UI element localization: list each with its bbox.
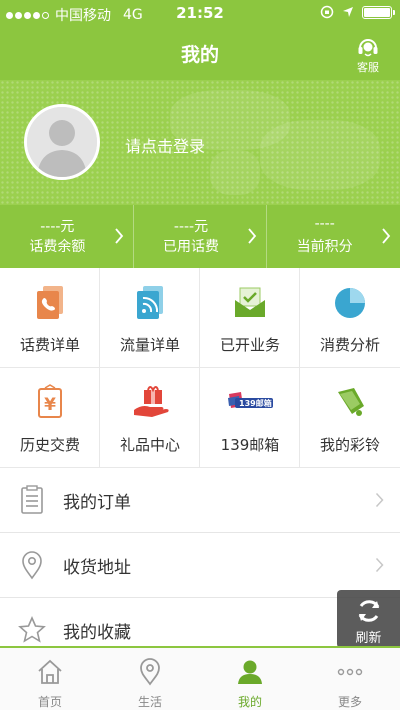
orientation-lock-icon <box>320 5 334 19</box>
stat-used[interactable]: ----元 已用话费 <box>134 205 268 268</box>
refresh-label: 刷新 <box>355 631 382 646</box>
phone-bill-icon <box>37 286 63 319</box>
stat-value: ----元 <box>40 219 75 235</box>
grid-item-opened-services[interactable]: 已开业务 <box>200 268 300 368</box>
stat-points[interactable]: ---- 当前积分 <box>267 205 400 268</box>
tab-label: 生活 <box>137 695 162 709</box>
status-icons <box>320 5 395 19</box>
grid-item-139-mailbox[interactable]: 139邮箱 139邮箱 <box>200 368 300 468</box>
headset-icon <box>358 39 378 57</box>
grid-item-label: 已开业务 <box>219 336 280 354</box>
profile-section: 请点击登录 <box>0 80 400 205</box>
stat-label: 已用话费 <box>163 239 219 255</box>
user-icon <box>238 660 262 684</box>
tab-life[interactable]: 生活 <box>100 648 200 710</box>
svg-text:139邮箱: 139邮箱 <box>239 398 272 408</box>
stat-label: 话费余额 <box>29 239 86 255</box>
pie-chart-icon <box>335 288 365 318</box>
list-item-shipping-address[interactable]: 收货地址 <box>0 533 400 598</box>
mailbox-139-icon: 139邮箱 <box>228 392 273 408</box>
grid-item-label: 139邮箱 <box>220 436 280 454</box>
grid-item-gift-center[interactable]: 礼品中心 <box>100 368 200 468</box>
tab-bar: 首页 生活 我的 更多 <box>0 646 400 710</box>
battery-icon <box>362 5 395 19</box>
login-prompt[interactable]: 请点击登录 <box>125 133 205 157</box>
status-bar: 中国移动 4G 21:52 <box>0 0 400 28</box>
list-item-label: 我的订单 <box>63 493 131 513</box>
grid-item-call-details[interactable]: 话费详单 <box>0 268 100 368</box>
function-grid: 话费详单 流量详单 已开业务 消费分析 ¥ 历史交费 礼品中心 139邮箱 13… <box>0 268 400 468</box>
default-avatar-icon <box>27 107 97 177</box>
list-item-my-orders[interactable]: 我的订单 <box>0 468 400 533</box>
grid-item-label: 礼品中心 <box>119 436 180 454</box>
grid-item-label: 话费详单 <box>19 336 80 354</box>
more-icon <box>337 668 363 676</box>
chevron-right-icon <box>375 557 384 573</box>
map-continent <box>260 120 380 190</box>
grid-item-spending-analysis[interactable]: 消费分析 <box>300 268 400 368</box>
tab-more[interactable]: 更多 <box>300 648 400 710</box>
chevron-right-icon <box>114 228 123 244</box>
tab-label: 首页 <box>37 695 62 709</box>
service-label: 客服 <box>357 61 379 74</box>
grid-item-label: 流量详单 <box>119 336 180 354</box>
home-icon <box>38 659 62 684</box>
ringtone-bell-icon <box>338 388 364 416</box>
location-arrow-icon <box>343 7 353 17</box>
stat-balance[interactable]: ----元 话费余额 <box>0 205 134 268</box>
chevron-right-icon <box>375 492 384 508</box>
list-item-label: 我的收藏 <box>63 623 131 643</box>
opened-services-icon <box>235 287 265 317</box>
gift-icon <box>134 386 169 417</box>
refresh-icon <box>358 600 379 622</box>
stat-label: 当前积分 <box>296 239 353 255</box>
grid-item-my-ringtone[interactable]: 我的彩铃 <box>300 368 400 468</box>
payment-history-icon: ¥ <box>38 384 62 418</box>
tab-home[interactable]: 首页 <box>0 648 100 710</box>
location-pin-icon <box>22 551 42 580</box>
grid-item-label: 我的彩铃 <box>319 436 380 454</box>
grid-item-payment-history[interactable]: ¥ 历史交费 <box>0 368 100 468</box>
account-stats: ----元 话费余额 ----元 已用话费 ---- 当前积分 <box>0 205 400 268</box>
location-icon <box>140 658 160 686</box>
star-icon <box>18 616 46 643</box>
data-usage-icon <box>137 286 163 319</box>
refresh-button[interactable]: 刷新 <box>337 590 400 648</box>
order-list-icon <box>21 485 43 514</box>
page-title: 我的 <box>180 44 219 66</box>
chevron-right-icon <box>248 228 257 244</box>
nav-bar: 我的 客服 <box>0 28 400 80</box>
stat-value: ---- <box>314 216 335 232</box>
avatar[interactable] <box>24 104 100 180</box>
map-continent <box>210 150 260 195</box>
tab-mine[interactable]: 我的 <box>200 648 300 710</box>
grid-item-data-details[interactable]: 流量详单 <box>100 268 200 368</box>
list-item-label: 收货地址 <box>63 558 131 578</box>
tab-label: 更多 <box>337 695 362 709</box>
stat-value: ----元 <box>173 219 209 235</box>
grid-item-label: 消费分析 <box>319 336 380 354</box>
grid-item-label: 历史交费 <box>19 436 80 454</box>
customer-service-button[interactable]: 客服 <box>348 36 388 75</box>
tab-label: 我的 <box>237 695 262 709</box>
svg-text:¥: ¥ <box>44 395 56 415</box>
chevron-right-icon <box>382 228 391 244</box>
